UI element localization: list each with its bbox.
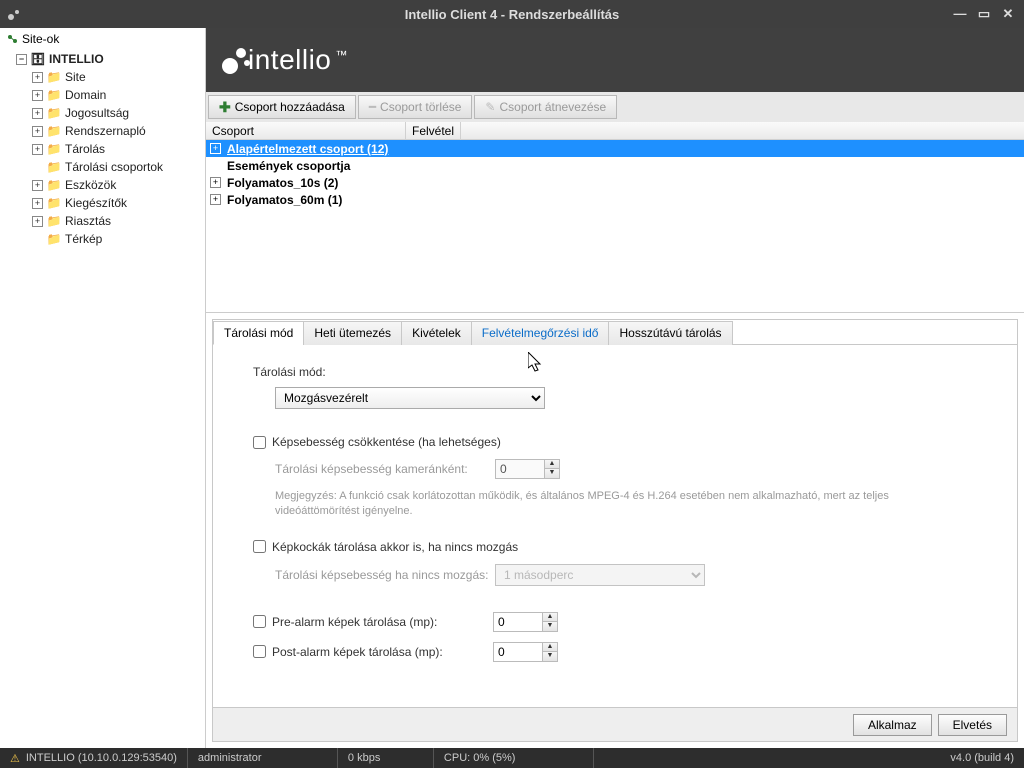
tree-item-2[interactable]: +📁Jogosultság: [0, 104, 205, 122]
group-row-2[interactable]: +Folyamatos_10s (2): [206, 174, 1024, 191]
tab-1[interactable]: Heti ütemezés: [303, 321, 402, 345]
tree-item-5[interactable]: 📁Tárolási csoportok: [0, 158, 205, 176]
maximize-button[interactable]: ▭: [976, 6, 992, 22]
toolbar: ✚ Csoport hozzáadása ━ Csoport törlése ✎…: [206, 92, 1024, 122]
rename-group-button[interactable]: ✎ Csoport átnevezése: [474, 95, 617, 119]
shield-icon: 📁: [47, 106, 61, 120]
folder-icon: 📁: [47, 142, 61, 156]
pre-alarm-checkbox[interactable]: Pre-alarm képek tárolása (mp):: [253, 615, 493, 629]
button-bar: Alkalmaz Elvetés: [212, 708, 1018, 742]
sidebar-header: Site-ok: [0, 28, 205, 50]
tree-item-1[interactable]: +📁Domain: [0, 86, 205, 104]
no-motion-fps-select[interactable]: 1 másodperc: [495, 564, 705, 586]
fps-per-camera-input[interactable]: ▲▼: [495, 459, 560, 479]
tab-4[interactable]: Hosszútávú tárolás: [608, 321, 732, 345]
status-site: ⚠INTELLIO (10.10.0.129:53540): [0, 748, 188, 768]
group-row-1[interactable]: Események csoportja: [206, 157, 1024, 174]
main-panel: intellio™ ✚ Csoport hozzáadása ━ Csoport…: [206, 28, 1024, 748]
close-button[interactable]: ✕: [1000, 6, 1016, 22]
tree-item-8[interactable]: +📁Riasztás: [0, 212, 205, 230]
cancel-button[interactable]: Elvetés: [938, 714, 1007, 736]
status-cpu: CPU: 0% (5%): [434, 748, 594, 768]
tree-item-7[interactable]: +📁Kiegészítők: [0, 194, 205, 212]
delete-group-button[interactable]: ━ Csoport törlése: [358, 95, 473, 119]
pre-alarm-input[interactable]: ▲▼: [493, 612, 558, 632]
group-row-0[interactable]: +Alapértelmezett csoport (12): [206, 140, 1024, 157]
server-icon: 🗄: [31, 52, 45, 66]
status-bar: ⚠INTELLIO (10.10.0.129:53540) administra…: [0, 748, 1024, 768]
domain-icon: 📁: [47, 88, 61, 102]
grid-header: Csoport Felvétel: [206, 122, 1024, 140]
folder-icon: 📁: [47, 178, 61, 192]
tab-0[interactable]: Tárolási mód: [213, 321, 304, 345]
reduce-fps-checkbox[interactable]: Képsebesség csökkentése (ha lehetséges): [253, 435, 501, 449]
group-list[interactable]: +Alapértelmezett csoport (12)Események c…: [206, 140, 1024, 310]
no-motion-fps-label: Tárolási képsebesség ha nincs mozgás:: [275, 568, 495, 582]
fps-note: Megjegyzés: A funkció csak korlátozottan…: [275, 489, 975, 520]
post-alarm-checkbox[interactable]: Post-alarm képek tárolása (mp):: [253, 645, 493, 659]
status-user: administrator: [188, 748, 338, 768]
apply-button[interactable]: Alkalmaz: [853, 714, 932, 736]
sidebar: Site-ok −🗄INTELLIO+📁Site+📁Domain+📁Jogosu…: [0, 28, 206, 748]
post-alarm-input[interactable]: ▲▼: [493, 642, 558, 662]
tree-item-0[interactable]: +📁Site: [0, 68, 205, 86]
tab-3[interactable]: Felvételmegőrzési idő: [471, 321, 610, 345]
mode-label: Tárolási mód:: [253, 365, 987, 379]
tree-item-9[interactable]: 📁Térkép: [0, 230, 205, 248]
log-icon: 📁: [47, 124, 61, 138]
tab-panel-storage-mode: Tárolási mód: Mozgásvezérelt Képsebesség…: [213, 344, 1017, 707]
window-title: Intellio Client 4 - Rendszerbeállítás: [0, 7, 1024, 22]
folder-icon: 📁: [47, 160, 61, 174]
rename-icon: ✎: [485, 100, 495, 114]
site-icon: 📁: [47, 70, 61, 84]
tree-item-3[interactable]: +📁Rendszernapló: [0, 122, 205, 140]
folder-icon: 📁: [47, 232, 61, 246]
status-bandwidth: 0 kbps: [338, 748, 434, 768]
tree-item-4[interactable]: +📁Tárolás: [0, 140, 205, 158]
brand-header: intellio™: [206, 28, 1024, 92]
tree-item-6[interactable]: +📁Eszközök: [0, 176, 205, 194]
plugin-icon: 📁: [47, 196, 61, 210]
group-row-3[interactable]: +Folyamatos_60m (1): [206, 191, 1024, 208]
minimize-button[interactable]: —: [952, 6, 968, 22]
tab-2[interactable]: Kivételek: [401, 321, 472, 345]
grid-col-recording[interactable]: Felvétel: [406, 122, 461, 139]
plus-icon: ✚: [219, 99, 231, 116]
title-bar: Intellio Client 4 - Rendszerbeállítás — …: [0, 0, 1024, 28]
store-no-motion-checkbox[interactable]: Képkockák tárolása akkor is, ha nincs mo…: [253, 540, 518, 554]
fps-per-camera-label: Tárolási képsebesség kameránként:: [275, 462, 495, 476]
tab-strip: Tárolási módHeti ütemezésKivételekFelvét…: [213, 320, 1017, 344]
storage-mode-select[interactable]: Mozgásvezérelt: [275, 387, 545, 409]
alarm-icon: 📁: [47, 214, 61, 228]
minus-icon: ━: [369, 100, 376, 114]
grid-col-group[interactable]: Csoport: [206, 122, 406, 139]
add-group-button[interactable]: ✚ Csoport hozzáadása: [208, 95, 356, 119]
status-version: v4.0 (build 4): [940, 748, 1024, 768]
tree-root[interactable]: −🗄INTELLIO: [0, 50, 205, 68]
